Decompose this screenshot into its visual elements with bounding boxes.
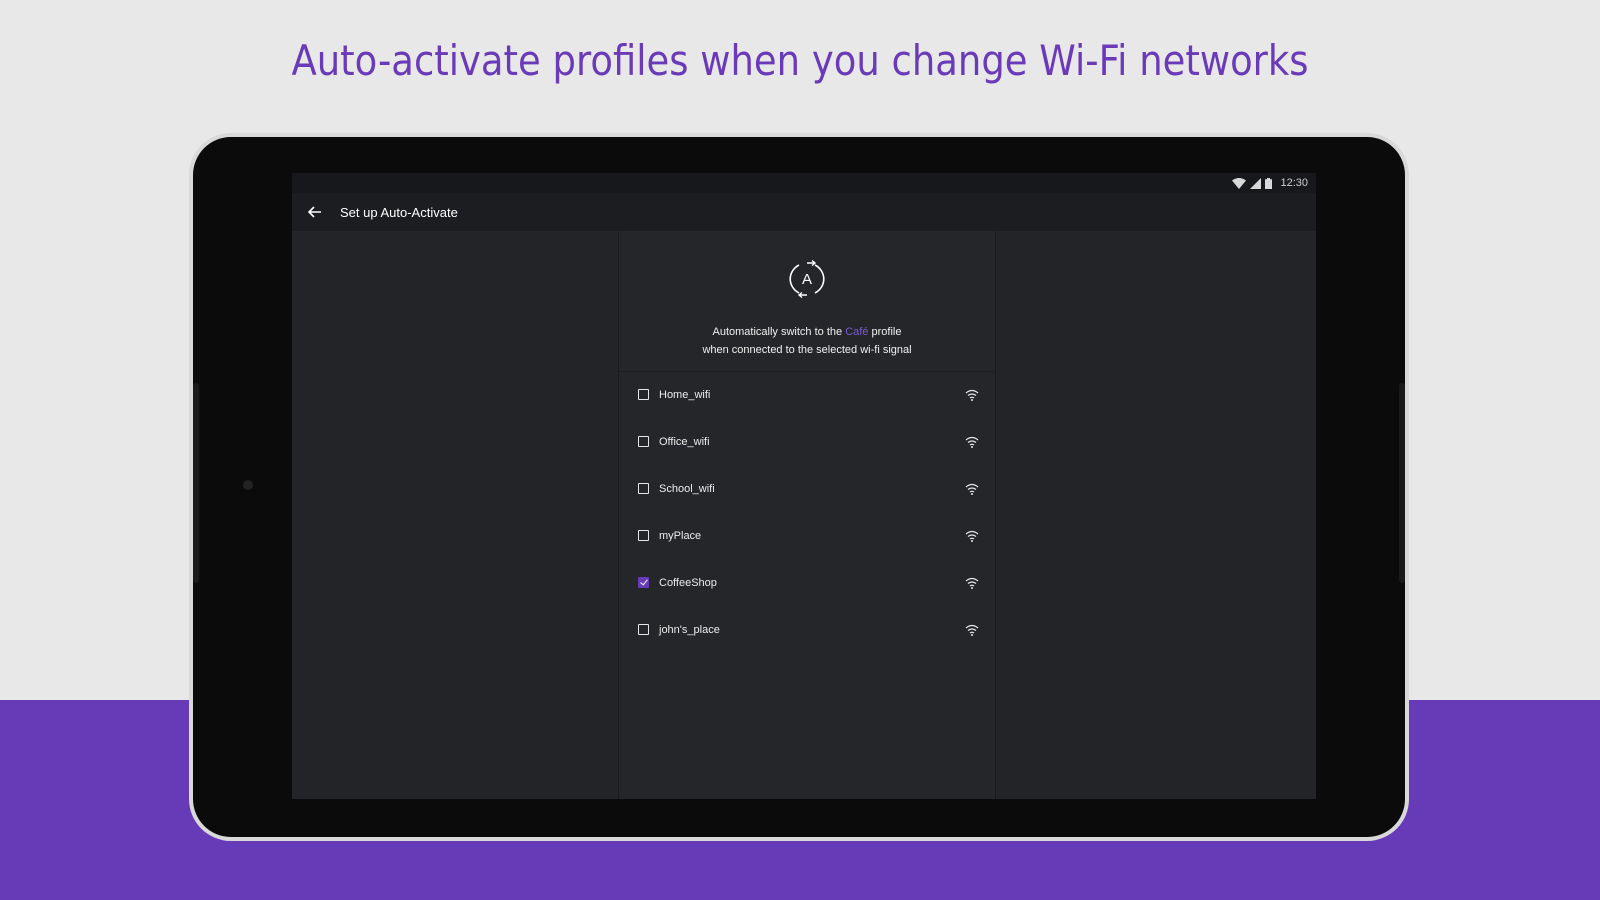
cell-signal-icon	[1250, 177, 1262, 189]
wifi-network-list: Home_wifi Office_wifi School_wifi myPlac…	[619, 371, 995, 653]
wifi-name: School_wifi	[659, 482, 715, 495]
wifi-row-coffeeshop[interactable]: CoffeeShop	[619, 559, 995, 606]
wifi-signal-icon	[965, 436, 979, 448]
tablet-side-button-right	[1399, 383, 1405, 583]
auto-activate-icon: A	[789, 259, 825, 299]
description-text-before: Automatically switch to the	[712, 326, 846, 338]
wifi-name: john's_place	[659, 623, 720, 636]
panel-description: Automatically switch to the Café profile…	[619, 323, 995, 359]
wifi-name: Office_wifi	[659, 435, 710, 448]
wifi-row-myplace[interactable]: myPlace	[619, 512, 995, 559]
wifi-name: Home_wifi	[659, 388, 711, 401]
wifi-signal-icon	[965, 389, 979, 401]
app-bar-title: Set up Auto-Activate	[340, 204, 458, 220]
tablet-camera	[243, 480, 253, 490]
profile-name: Café	[845, 326, 869, 338]
back-button[interactable]	[292, 193, 338, 231]
wifi-signal-icon	[965, 624, 979, 636]
app-bar: Set up Auto-Activate	[292, 193, 1316, 231]
wifi-row-johns-place[interactable]: john's_place	[619, 606, 995, 653]
wifi-row-home[interactable]: Home_wifi	[619, 371, 995, 418]
tablet-frame: 12:30 Set up Auto-Activate A Automatical…	[193, 137, 1405, 837]
wifi-checkbox-home[interactable]	[638, 389, 649, 400]
wifi-checkbox-coffeeshop[interactable]	[638, 577, 649, 588]
auto-icon-letter: A	[802, 271, 812, 288]
description-text-after: profile	[868, 326, 902, 338]
tablet-side-button-left	[193, 383, 199, 583]
wifi-row-office[interactable]: Office_wifi	[619, 418, 995, 465]
wifi-name: CoffeeShop	[659, 576, 717, 589]
description-line-2: when connected to the selected wi-fi sig…	[702, 344, 912, 356]
wifi-signal-icon	[965, 530, 979, 542]
status-icons: 12:30	[1232, 176, 1308, 190]
description-line-1: Automatically switch to the Café profile	[619, 323, 995, 341]
wifi-row-school[interactable]: School_wifi	[619, 465, 995, 512]
status-bar: 12:30	[292, 173, 1316, 193]
tablet-screen: 12:30 Set up Auto-Activate A Automatical…	[292, 173, 1316, 799]
wifi-checkbox-johns-place[interactable]	[638, 624, 649, 635]
wifi-name: myPlace	[659, 529, 702, 542]
panel-header: A Automatically switch to the Café profi…	[619, 231, 995, 372]
wifi-signal-icon	[965, 577, 979, 589]
wifi-checkbox-myplace[interactable]	[638, 530, 649, 541]
wifi-signal-icon	[965, 483, 979, 495]
wifi-checkbox-school[interactable]	[638, 483, 649, 494]
wifi-checkbox-office[interactable]	[638, 436, 649, 447]
wifi-icon	[1232, 177, 1247, 189]
battery-icon	[1265, 177, 1273, 189]
page-headline: Auto-activate profiles when you change W…	[291, 36, 1309, 85]
auto-activate-panel: A Automatically switch to the Café profi…	[618, 231, 996, 799]
back-arrow-icon	[308, 206, 321, 218]
status-time: 12:30	[1280, 177, 1308, 189]
